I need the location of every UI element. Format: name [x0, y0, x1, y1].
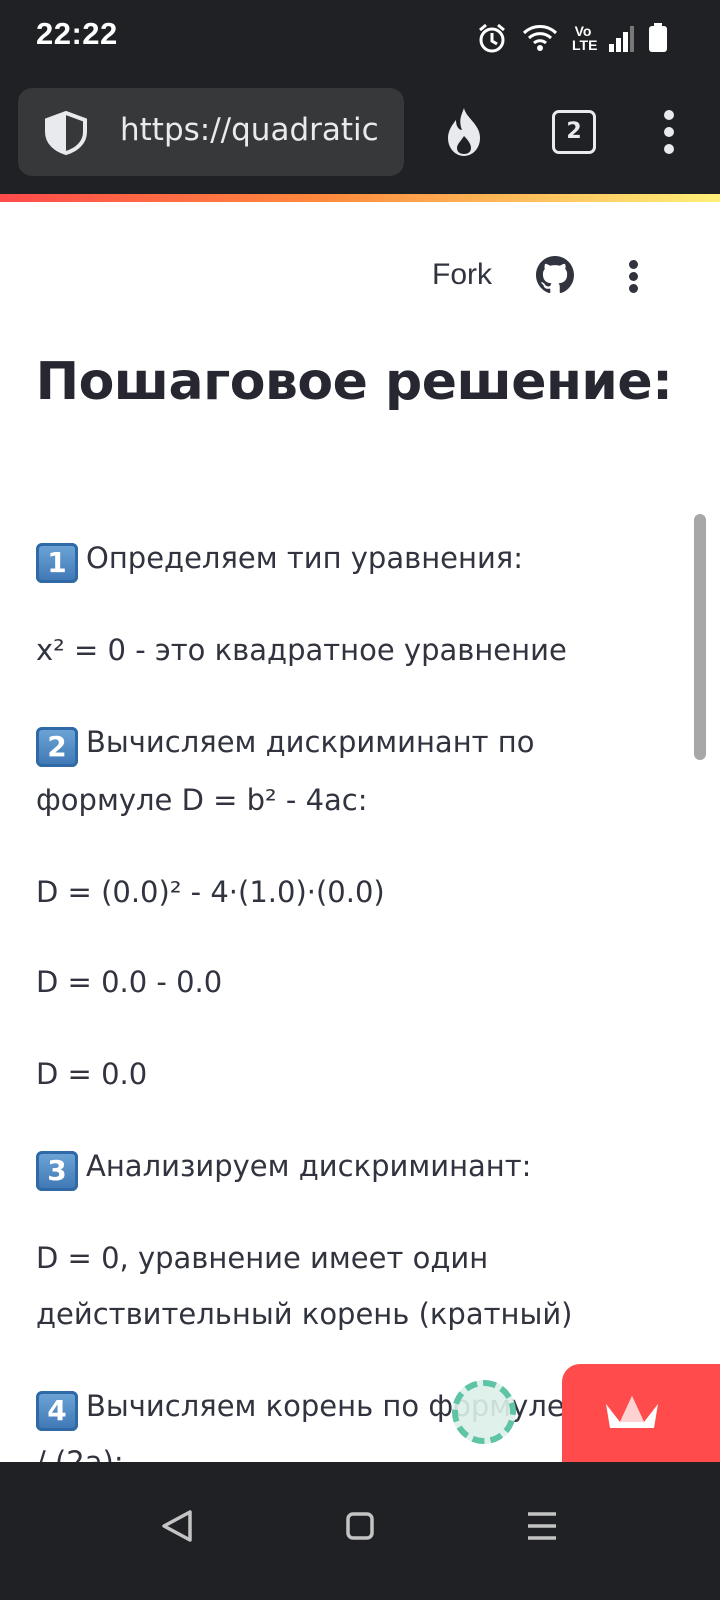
volte-text: Vo LTE: [572, 23, 598, 53]
step-line: D = 0.0 - 0.0: [36, 965, 223, 999]
floating-action-icon[interactable]: [452, 1380, 516, 1444]
recents-icon[interactable]: [512, 1496, 572, 1556]
alarm-icon: [476, 22, 508, 54]
fork-button[interactable]: Fork: [432, 258, 492, 292]
step-text: Анализируем дискриминант:: [86, 1149, 532, 1183]
tabs-button[interactable]: 2: [552, 110, 596, 154]
system-navigation-bar: [0, 1462, 720, 1600]
page-title: Пошаговое решение:: [35, 352, 673, 412]
streamlit-badge-button[interactable]: [562, 1364, 720, 1464]
page-scrollbar[interactable]: [694, 514, 706, 760]
more-vertical-icon[interactable]: [624, 256, 644, 296]
url-text[interactable]: https://quadratic: [120, 112, 379, 148]
overflow-menu-icon[interactable]: [660, 108, 680, 156]
step-3-heading: 3 Анализируем дискриминант:: [36, 1146, 531, 1191]
keycap-4-icon: 4: [36, 1391, 78, 1431]
battery-icon: [648, 23, 668, 53]
step-line: D = 0.0: [36, 1057, 148, 1091]
browser-toolbar: https://quadratic 2: [0, 76, 720, 194]
volte-icon: Vo LTE: [572, 23, 598, 53]
home-icon[interactable]: [330, 1496, 390, 1556]
step-line: действительный корень (кратный): [36, 1297, 573, 1331]
step-text: Вычисляем дискриминант по: [86, 725, 535, 759]
status-bar: 22:22 Vo LTE: [0, 0, 720, 76]
back-icon[interactable]: [148, 1496, 208, 1556]
app-header: Fork: [0, 254, 720, 302]
step-1-heading: 1 Определяем тип уравнения:: [36, 538, 523, 583]
page-content: Fork Пошаговое решение: 1 Определяем тип …: [0, 202, 720, 1492]
step-text: Определяем тип уравнения:: [86, 541, 524, 575]
keycap-2-icon: 2: [36, 727, 78, 767]
step-line: формуле D = b² - 4ac:: [36, 783, 368, 817]
step-2-heading: 2 Вычисляем дискриминант по: [36, 722, 534, 767]
address-bar[interactable]: https://quadratic: [18, 88, 404, 176]
streamlit-crown-icon: [606, 1396, 658, 1428]
fire-icon[interactable]: [444, 106, 484, 162]
wifi-icon: [522, 23, 558, 53]
keycap-1-icon: 1: [36, 543, 78, 583]
shield-icon[interactable]: [42, 110, 90, 160]
app-top-decoration: [0, 194, 720, 202]
keycap-3-icon: 3: [36, 1151, 78, 1191]
status-time: 22:22: [36, 16, 118, 51]
status-icons: Vo LTE: [476, 18, 668, 58]
signal-icon: [608, 24, 634, 52]
step-line: x² = 0 - это квадратное уравнение: [36, 633, 567, 667]
step-line: D = 0, уравнение имеет один: [36, 1241, 489, 1275]
github-icon[interactable]: [536, 256, 574, 298]
step-line: D = (0.0)² - 4·(1.0)·(0.0): [36, 875, 385, 909]
